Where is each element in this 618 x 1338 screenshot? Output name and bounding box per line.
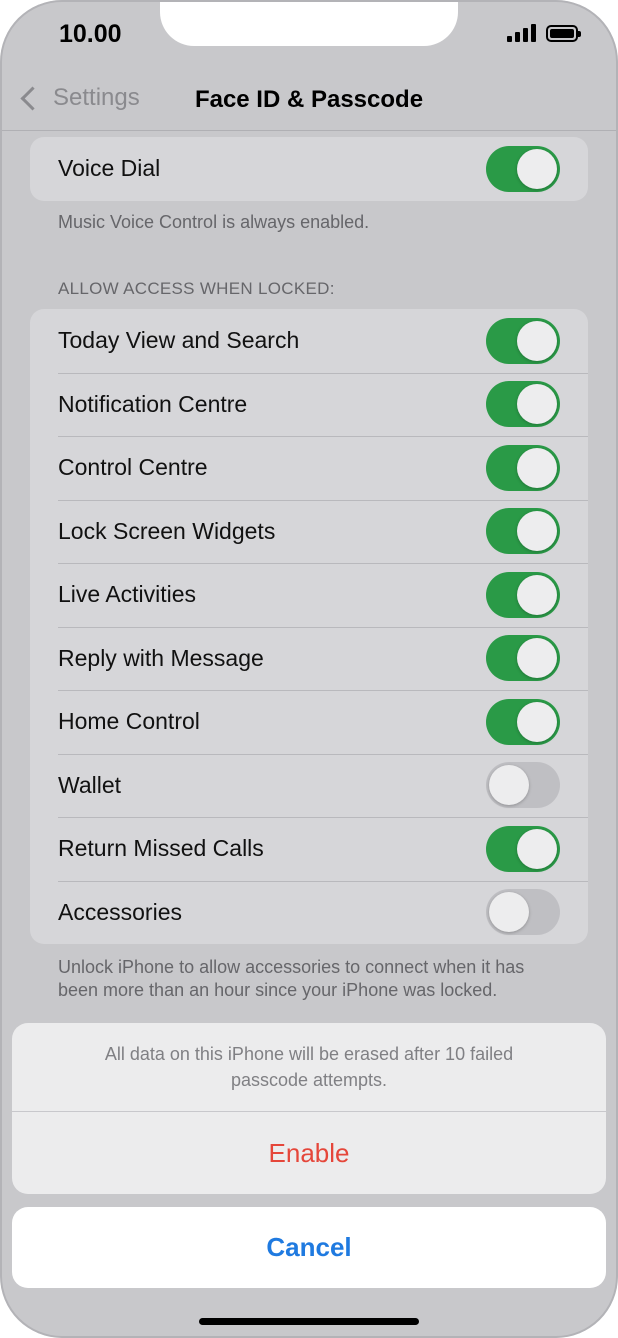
- settings-row-return-missed-calls: Return Missed Calls: [30, 817, 588, 881]
- row-label: Today View and Search: [58, 327, 300, 354]
- cellular-signal-icon: [507, 24, 536, 42]
- accessories-toggle[interactable]: [486, 889, 560, 936]
- voice-dial-footnote: Music Voice Control is always enabled.: [58, 212, 370, 232]
- status-icons: [507, 24, 581, 42]
- row-label: Voice Dial: [58, 155, 161, 182]
- settings-row-control-centre: Control Centre: [30, 436, 588, 500]
- row-label: Home Control: [58, 708, 200, 735]
- home-indicator[interactable]: [199, 1318, 419, 1325]
- page-title: Face ID & Passcode: [194, 86, 424, 113]
- reply-with-message-toggle[interactable]: [486, 635, 560, 682]
- notch: [160, 0, 458, 46]
- action-sheet: All data on this iPhone will be erased a…: [12, 1023, 606, 1194]
- section-header-allow-access: ALLOW ACCESS WHEN LOCKED:: [58, 279, 335, 298]
- voice-dial-toggle[interactable]: [486, 145, 560, 192]
- settings-row-accessories: Accessories: [30, 880, 588, 945]
- home-control-toggle[interactable]: [486, 698, 560, 745]
- accessories-footnote: Unlock iPhone to allow accessories to co…: [58, 957, 525, 1000]
- phone-screen: 10.00 Settings Face ID & Passcode Voice …: [0, 0, 618, 1338]
- row-label: Notification Centre: [58, 390, 248, 417]
- row-label: Reply with Message: [58, 644, 264, 671]
- live-activities-toggle[interactable]: [486, 571, 560, 618]
- row-label: Live Activities: [58, 581, 197, 608]
- lock-screen-widgets-toggle[interactable]: [486, 508, 560, 555]
- row-label: Lock Screen Widgets: [58, 517, 276, 544]
- settings-row-voice-dial: Voice Dial: [30, 137, 588, 201]
- settings-row-lock-screen-widgets: Lock Screen Widgets: [30, 499, 588, 564]
- settings-row-home-control: Home Control: [30, 690, 588, 754]
- return-missed-calls-toggle[interactable]: [486, 825, 560, 872]
- locked-access-group: Today View and Search Notification Centr…: [30, 309, 588, 944]
- battery-icon: [546, 24, 581, 42]
- settings-row-reply-with-message: Reply with Message: [30, 626, 588, 691]
- row-label: Control Centre: [58, 454, 208, 481]
- voice-dial-group: Voice Dial: [30, 137, 588, 201]
- settings-row-notification-centre: Notification Centre: [30, 372, 588, 437]
- settings-row-live-activities: Live Activities: [30, 563, 588, 627]
- action-sheet-message: All data on this iPhone will be erased a…: [12, 1023, 606, 1112]
- cancel-button[interactable]: Cancel: [12, 1207, 606, 1288]
- row-label: Wallet: [58, 771, 122, 798]
- settings-row-wallet: Wallet: [30, 753, 588, 818]
- row-label: Accessories: [58, 898, 182, 925]
- status-time: 10.00: [59, 20, 122, 48]
- notification-centre-toggle[interactable]: [486, 381, 560, 428]
- control-centre-toggle[interactable]: [486, 444, 560, 491]
- wallet-toggle[interactable]: [486, 762, 560, 809]
- today-view-toggle[interactable]: [486, 317, 560, 364]
- settings-row-today-view: Today View and Search: [30, 309, 588, 373]
- row-label: Return Missed Calls: [58, 835, 264, 862]
- enable-button[interactable]: Enable: [12, 1112, 606, 1194]
- navigation-bar: Settings Face ID & Passcode: [0, 70, 618, 131]
